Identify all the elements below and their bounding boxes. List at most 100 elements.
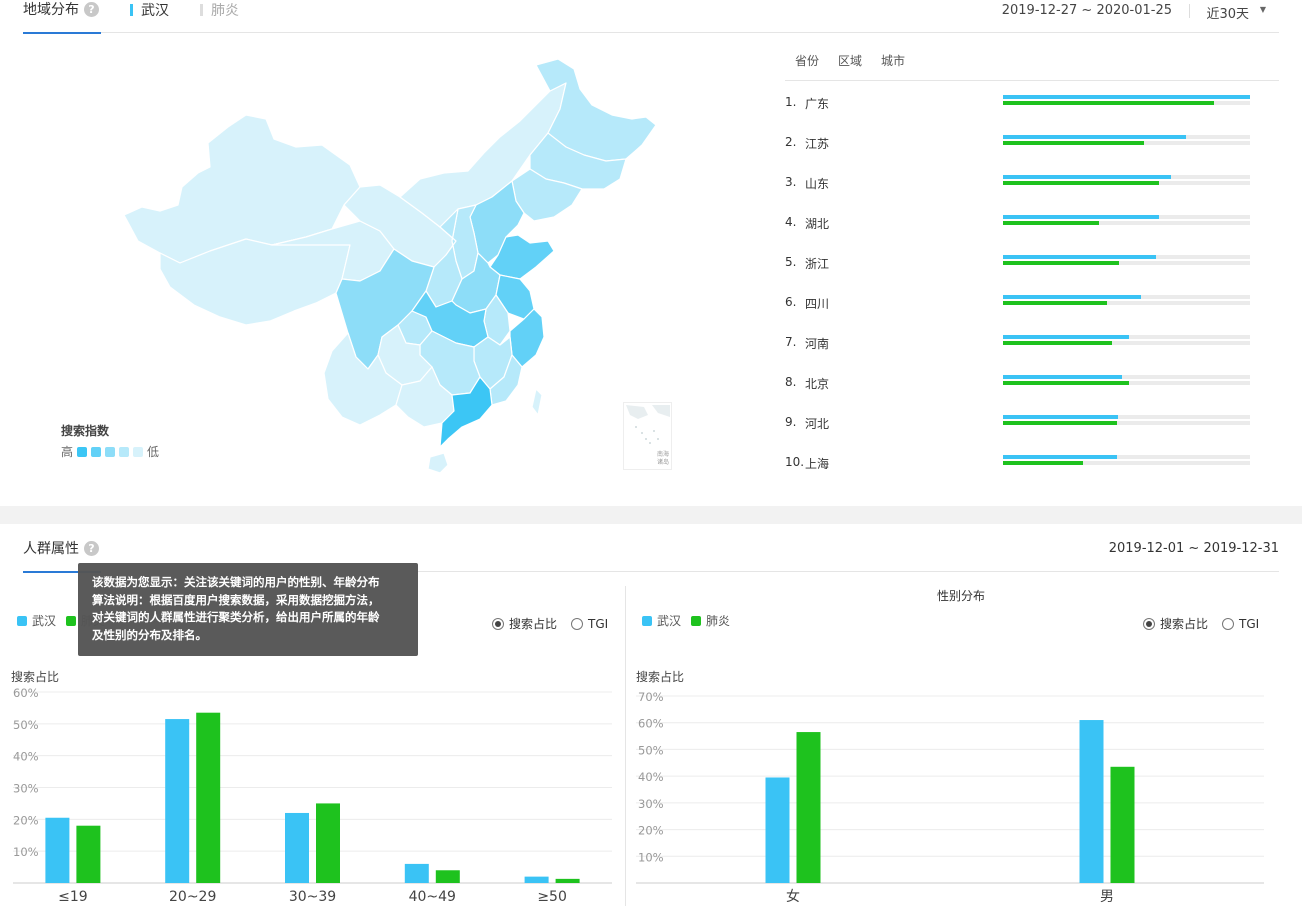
rank-row[interactable]: 8. 北京: [785, 368, 1251, 408]
rank-bar-track: [1003, 455, 1250, 459]
rank-row[interactable]: 6. 四川: [785, 288, 1251, 328]
rank-row[interactable]: 9. 河北: [785, 408, 1251, 448]
bar-wuhan[interactable]: [765, 777, 790, 883]
bar-wuhan[interactable]: [524, 876, 549, 883]
bar-feiyan[interactable]: [316, 803, 340, 883]
keyword-feiyan[interactable]: 肺炎: [200, 2, 239, 20]
legend-item-wuhan[interactable]: 武汉: [642, 612, 681, 629]
nanhai-label: 南海诸岛: [657, 451, 670, 466]
date-range[interactable]: 2019-12-27 ~ 2020-01-25: [1002, 3, 1172, 18]
rank-row[interactable]: 7. 河南: [785, 328, 1251, 368]
keyword-wuhan[interactable]: 武汉: [130, 2, 169, 20]
bar-wuhan[interactable]: [285, 812, 309, 883]
legend-label: 武汉: [32, 614, 57, 628]
rank-province-name: 河北: [805, 417, 830, 431]
x-tick-label: 40~49: [409, 889, 456, 905]
tooltip-line: 对关键词的人群属性进行聚类分析，给出用户所属的年龄: [92, 610, 380, 624]
rank-bar-wuhan: [1003, 415, 1118, 419]
tab-city[interactable]: 城市: [881, 52, 905, 69]
tab-area[interactable]: 区域: [838, 52, 862, 69]
tab-province[interactable]: 省份: [795, 52, 819, 69]
rank-bar-feiyan: [1003, 221, 1100, 225]
rank-bar-feiyan: [1003, 301, 1107, 305]
bar-feiyan[interactable]: [1110, 766, 1135, 883]
rank-number: 4.: [785, 215, 797, 229]
rank-row[interactable]: 1. 广东: [785, 88, 1251, 128]
divider: [1189, 4, 1190, 18]
map-legend-low: 低: [147, 445, 160, 459]
rank-bar-track: [1003, 301, 1250, 305]
legend-swatch: [691, 615, 702, 626]
rank-number: 10.: [785, 455, 805, 469]
rank-row[interactable]: 5. 浙江: [785, 248, 1251, 288]
legend-swatch: [17, 615, 27, 626]
bar-feiyan[interactable]: [76, 825, 101, 883]
rank-bar-feiyan: [1003, 141, 1144, 145]
rank-bar-feiyan: [1003, 421, 1117, 425]
map-legend-high: 高: [61, 445, 74, 459]
rank-province-name: 湖北: [805, 217, 830, 231]
rank-row[interactable]: 10. 上海: [785, 448, 1251, 488]
keyword-label: 武汉: [141, 3, 169, 19]
rank-number: 9.: [785, 415, 797, 429]
rank-bar-track: [1003, 421, 1250, 425]
rank-number: 5.: [785, 255, 797, 269]
help-icon[interactable]: ?: [84, 2, 99, 17]
bar-feiyan[interactable]: [196, 712, 221, 883]
bar-feiyan[interactable]: [435, 870, 460, 883]
bar-wuhan[interactable]: [1079, 720, 1104, 883]
rank-province-name: 北京: [805, 377, 830, 391]
tooltip-line: 该数据为您显示：关注该关键词的用户的性别、年龄分布: [92, 575, 380, 589]
y-axis-label: 搜索占比: [636, 669, 684, 684]
rank-bar-track: [1003, 175, 1250, 179]
bar-feiyan[interactable]: [555, 878, 580, 883]
rank-row[interactable]: 2. 江苏: [785, 128, 1251, 168]
rank-bar-track: [1003, 341, 1250, 345]
caret-down-icon[interactable]: ▼: [1260, 5, 1266, 14]
rank-bar-track: [1003, 375, 1250, 379]
help-icon[interactable]: ?: [84, 541, 99, 556]
bar-wuhan[interactable]: [165, 719, 190, 883]
x-tick-label: 女: [786, 888, 800, 905]
radio-tgi[interactable]: TGI: [1222, 617, 1259, 631]
bar-wuhan[interactable]: [404, 863, 429, 883]
rank-bar-wuhan: [1003, 335, 1129, 339]
radio-search-share[interactable]: 搜索占比: [1143, 615, 1208, 632]
rank-bar-track: [1003, 141, 1250, 145]
legend-swatch: [66, 615, 77, 626]
province-hainan[interactable]: [427, 452, 449, 474]
keyword-color-bar: [200, 4, 203, 16]
radio-checked-icon: [1143, 617, 1155, 630]
y-tick-label: 50%: [638, 743, 664, 757]
rank-bar-wuhan: [1003, 255, 1157, 259]
legend-swatch: [642, 615, 652, 626]
y-axis-label: 搜索占比: [11, 669, 59, 684]
rank-bar-wuhan: [1003, 215, 1159, 219]
province-taiwan[interactable]: [531, 388, 543, 416]
china-map[interactable]: [60, 55, 680, 480]
bar-feiyan[interactable]: [796, 732, 821, 883]
map-legend: 搜索指数 高 低: [61, 422, 159, 460]
legend-swatch: [119, 446, 130, 457]
rank-bar-track: [1003, 335, 1250, 339]
period-select[interactable]: 近30天: [1206, 3, 1249, 22]
rank-bar-wuhan: [1003, 455, 1117, 459]
radio-tgi[interactable]: TGI: [571, 617, 608, 631]
rank-row[interactable]: 4. 湖北: [785, 208, 1251, 248]
y-tick-label: 10%: [13, 845, 39, 859]
bar-wuhan[interactable]: [45, 817, 70, 883]
legend-swatch: [105, 446, 116, 457]
rank-bar-feiyan: [1003, 101, 1215, 105]
radio-unchecked-icon: [1222, 617, 1235, 630]
keyword-color-bar: [130, 4, 133, 16]
date-range[interactable]: 2019-12-01 ~ 2019-12-31: [1109, 541, 1279, 556]
region-tab[interactable]: 地域分布?: [23, 0, 101, 34]
x-tick-label: ≥50: [537, 889, 567, 905]
legend-item-feiyan[interactable]: 肺炎: [691, 612, 730, 629]
y-tick-label: 20%: [638, 824, 664, 838]
rank-bar-track: [1003, 95, 1250, 99]
radio-label: 搜索占比: [509, 617, 558, 631]
rank-row[interactable]: 3. 山东: [785, 168, 1251, 208]
radio-search-share[interactable]: 搜索占比: [492, 615, 557, 632]
legend-item-wuhan[interactable]: 武汉: [17, 612, 56, 629]
